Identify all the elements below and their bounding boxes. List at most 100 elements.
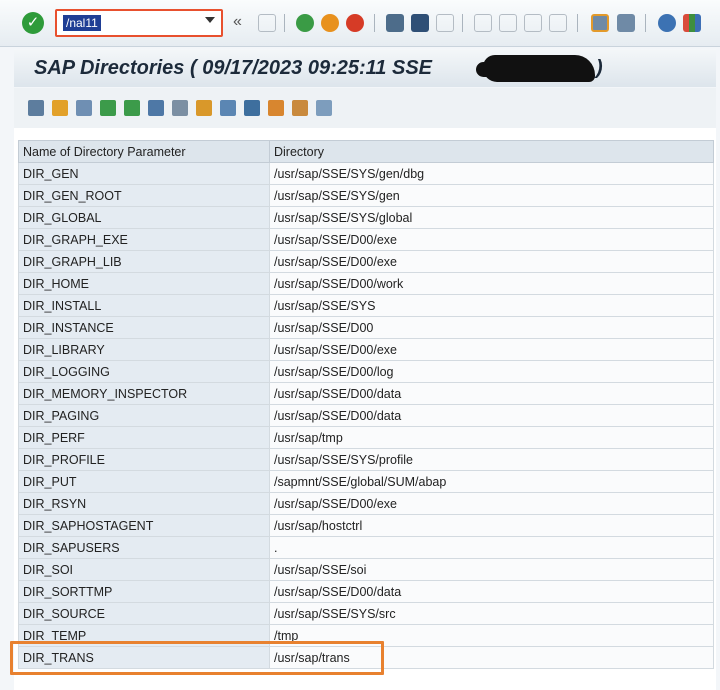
filter-icon[interactable] <box>148 100 164 116</box>
cell-directory[interactable]: /usr/sap/SSE/soi <box>269 558 714 581</box>
cell-parameter-name[interactable]: DIR_INSTALL <box>18 294 270 317</box>
collapse-command-icon[interactable]: « <box>233 13 242 35</box>
grid-icon[interactable] <box>268 100 284 116</box>
cell-directory[interactable]: /usr/sap/SSE/SYS/gen <box>269 184 714 207</box>
cell-parameter-name[interactable]: DIR_PROFILE <box>18 448 270 471</box>
command-field[interactable]: /nal11 <box>63 15 101 31</box>
cancel-icon[interactable] <box>346 14 364 32</box>
cell-directory[interactable]: /usr/sap/SSE/D00/exe <box>269 492 714 515</box>
cell-parameter-name[interactable]: DIR_PERF <box>18 426 270 449</box>
last-page-icon[interactable] <box>549 14 567 32</box>
table-row[interactable]: DIR_LIBRARY/usr/sap/SSE/D00/exe <box>18 338 714 361</box>
cell-directory[interactable]: /usr/sap/tmp <box>269 426 714 449</box>
table-row[interactable]: DIR_SORTTMP/usr/sap/SSE/D00/data <box>18 580 714 603</box>
find-next-icon[interactable] <box>436 14 454 32</box>
cell-parameter-name[interactable]: DIR_SAPUSERS <box>18 536 270 559</box>
table-row[interactable]: DIR_HOME/usr/sap/SSE/D00/work <box>18 272 714 295</box>
enter-check-icon[interactable]: ✓ <box>22 12 44 34</box>
cell-parameter-name[interactable]: DIR_GRAPH_EXE <box>18 228 270 251</box>
cell-directory[interactable]: /usr/sap/SSE/D00/work <box>269 272 714 295</box>
cell-directory[interactable]: /usr/sap/SSE/D00 <box>269 316 714 339</box>
details-icon[interactable] <box>28 100 44 116</box>
cell-parameter-name[interactable]: DIR_RSYN <box>18 492 270 515</box>
table-row[interactable]: DIR_PERF/usr/sap/tmp <box>18 426 714 449</box>
table-row[interactable]: DIR_PUT/sapmnt/SSE/global/SUM/abap <box>18 470 714 493</box>
sort-ascending-icon[interactable] <box>100 100 116 116</box>
cell-directory[interactable]: /usr/sap/SSE/SYS/profile <box>269 448 714 471</box>
cell-directory[interactable]: /usr/sap/SSE/D00/data <box>269 404 714 427</box>
exit-icon[interactable] <box>321 14 339 32</box>
command-dropdown-icon[interactable] <box>205 17 215 23</box>
cell-parameter-name[interactable]: DIR_GRAPH_LIB <box>18 250 270 273</box>
cell-parameter-name[interactable]: DIR_LOGGING <box>18 360 270 383</box>
cell-parameter-name[interactable]: DIR_MEMORY_INSPECTOR <box>18 382 270 405</box>
table-row[interactable]: DIR_SOI/usr/sap/SSE/soi <box>18 558 714 581</box>
table-row[interactable]: DIR_LOGGING/usr/sap/SSE/D00/log <box>18 360 714 383</box>
next-page-icon[interactable] <box>524 14 542 32</box>
cell-directory[interactable]: /usr/sap/hostctrl <box>269 514 714 537</box>
cell-parameter-name[interactable]: DIR_GLOBAL <box>18 206 270 229</box>
table-row[interactable]: DIR_GEN_ROOT/usr/sap/SSE/SYS/gen <box>18 184 714 207</box>
cell-directory[interactable]: /usr/sap/SSE/D00/data <box>269 580 714 603</box>
table-row[interactable]: DIR_RSYN/usr/sap/SSE/D00/exe <box>18 492 714 515</box>
cell-directory[interactable]: /sapmnt/SSE/global/SUM/abap <box>269 470 714 493</box>
help-icon[interactable] <box>658 14 676 32</box>
column-header-directory[interactable]: Directory <box>269 140 714 163</box>
table-row[interactable]: DIR_GRAPH_LIB/usr/sap/SSE/D00/exe <box>18 250 714 273</box>
table-row[interactable]: DIR_INSTANCE/usr/sap/SSE/D00 <box>18 316 714 339</box>
save-icon[interactable] <box>258 14 276 32</box>
cell-parameter-name[interactable]: DIR_SOURCE <box>18 602 270 625</box>
table-row[interactable]: DIR_PROFILE/usr/sap/SSE/SYS/profile <box>18 448 714 471</box>
table-row[interactable]: DIR_SAPUSERS. <box>18 536 714 559</box>
cell-directory[interactable]: /usr/sap/SSE/SYS/src <box>269 602 714 625</box>
cell-parameter-name[interactable]: DIR_PAGING <box>18 404 270 427</box>
table-row[interactable]: DIR_MEMORY_INSPECTOR/usr/sap/SSE/D00/dat… <box>18 382 714 405</box>
find-icon[interactable] <box>411 14 429 32</box>
column-icon[interactable] <box>292 100 308 116</box>
find-icon[interactable] <box>76 100 92 116</box>
cell-directory[interactable]: . <box>269 536 714 559</box>
table-row[interactable]: DIR_INSTALL/usr/sap/SSE/SYS <box>18 294 714 317</box>
cell-directory[interactable]: /usr/sap/SSE/D00/data <box>269 382 714 405</box>
table-row[interactable]: DIR_SAPHOSTAGENT/usr/sap/hostctrl <box>18 514 714 537</box>
cell-directory[interactable]: /usr/sap/SSE/D00/exe <box>269 228 714 251</box>
back-icon[interactable] <box>296 14 314 32</box>
cell-parameter-name[interactable]: DIR_GEN_ROOT <box>18 184 270 207</box>
cell-parameter-name[interactable]: DIR_INSTANCE <box>18 316 270 339</box>
table-row[interactable]: DIR_GRAPH_EXE/usr/sap/SSE/D00/exe <box>18 228 714 251</box>
print-icon[interactable] <box>386 14 404 32</box>
toolbar-separator <box>577 14 578 32</box>
cell-parameter-name[interactable]: DIR_PUT <box>18 470 270 493</box>
export-icon[interactable] <box>196 100 212 116</box>
table-row[interactable]: DIR_PAGING/usr/sap/SSE/D00/data <box>18 404 714 427</box>
previous-page-icon[interactable] <box>499 14 517 32</box>
cell-directory[interactable]: /usr/sap/SSE/SYS/global <box>269 206 714 229</box>
cell-parameter-name[interactable]: DIR_SAPHOSTAGENT <box>18 514 270 537</box>
customize-layout-icon[interactable] <box>683 14 701 32</box>
choose-layout-icon[interactable] <box>316 100 332 116</box>
cell-parameter-name[interactable]: DIR_LIBRARY <box>18 338 270 361</box>
cell-parameter-name[interactable]: DIR_SOI <box>18 558 270 581</box>
cell-parameter-name[interactable]: DIR_HOME <box>18 272 270 295</box>
print-preview-icon[interactable] <box>220 100 236 116</box>
sort-descending-icon[interactable] <box>124 100 140 116</box>
shortcut-icon[interactable] <box>617 14 635 32</box>
cell-directory[interactable]: /usr/sap/SSE/D00/exe <box>269 338 714 361</box>
table-row[interactable]: DIR_GEN/usr/sap/SSE/SYS/gen/dbg <box>18 162 714 185</box>
toolbar-separator <box>462 14 463 32</box>
cell-directory[interactable]: /usr/sap/SSE/SYS <box>269 294 714 317</box>
refresh-icon[interactable] <box>52 100 68 116</box>
cell-directory[interactable]: /usr/sap/SSE/SYS/gen/dbg <box>269 162 714 185</box>
column-header-parameter[interactable]: Name of Directory Parameter <box>18 140 270 163</box>
command-field-wrapper[interactable]: /nal11 <box>55 9 223 37</box>
create-session-icon[interactable] <box>591 14 609 32</box>
cell-directory[interactable]: /usr/sap/SSE/D00/log <box>269 360 714 383</box>
cell-parameter-name[interactable]: DIR_GEN <box>18 162 270 185</box>
cell-directory[interactable]: /usr/sap/SSE/D00/exe <box>269 250 714 273</box>
first-page-icon[interactable] <box>474 14 492 32</box>
layout-icon[interactable] <box>244 100 260 116</box>
table-row[interactable]: DIR_GLOBAL/usr/sap/SSE/SYS/global <box>18 206 714 229</box>
table-row[interactable]: DIR_SOURCE/usr/sap/SSE/SYS/src <box>18 602 714 625</box>
total-icon[interactable] <box>172 100 188 116</box>
cell-parameter-name[interactable]: DIR_SORTTMP <box>18 580 270 603</box>
